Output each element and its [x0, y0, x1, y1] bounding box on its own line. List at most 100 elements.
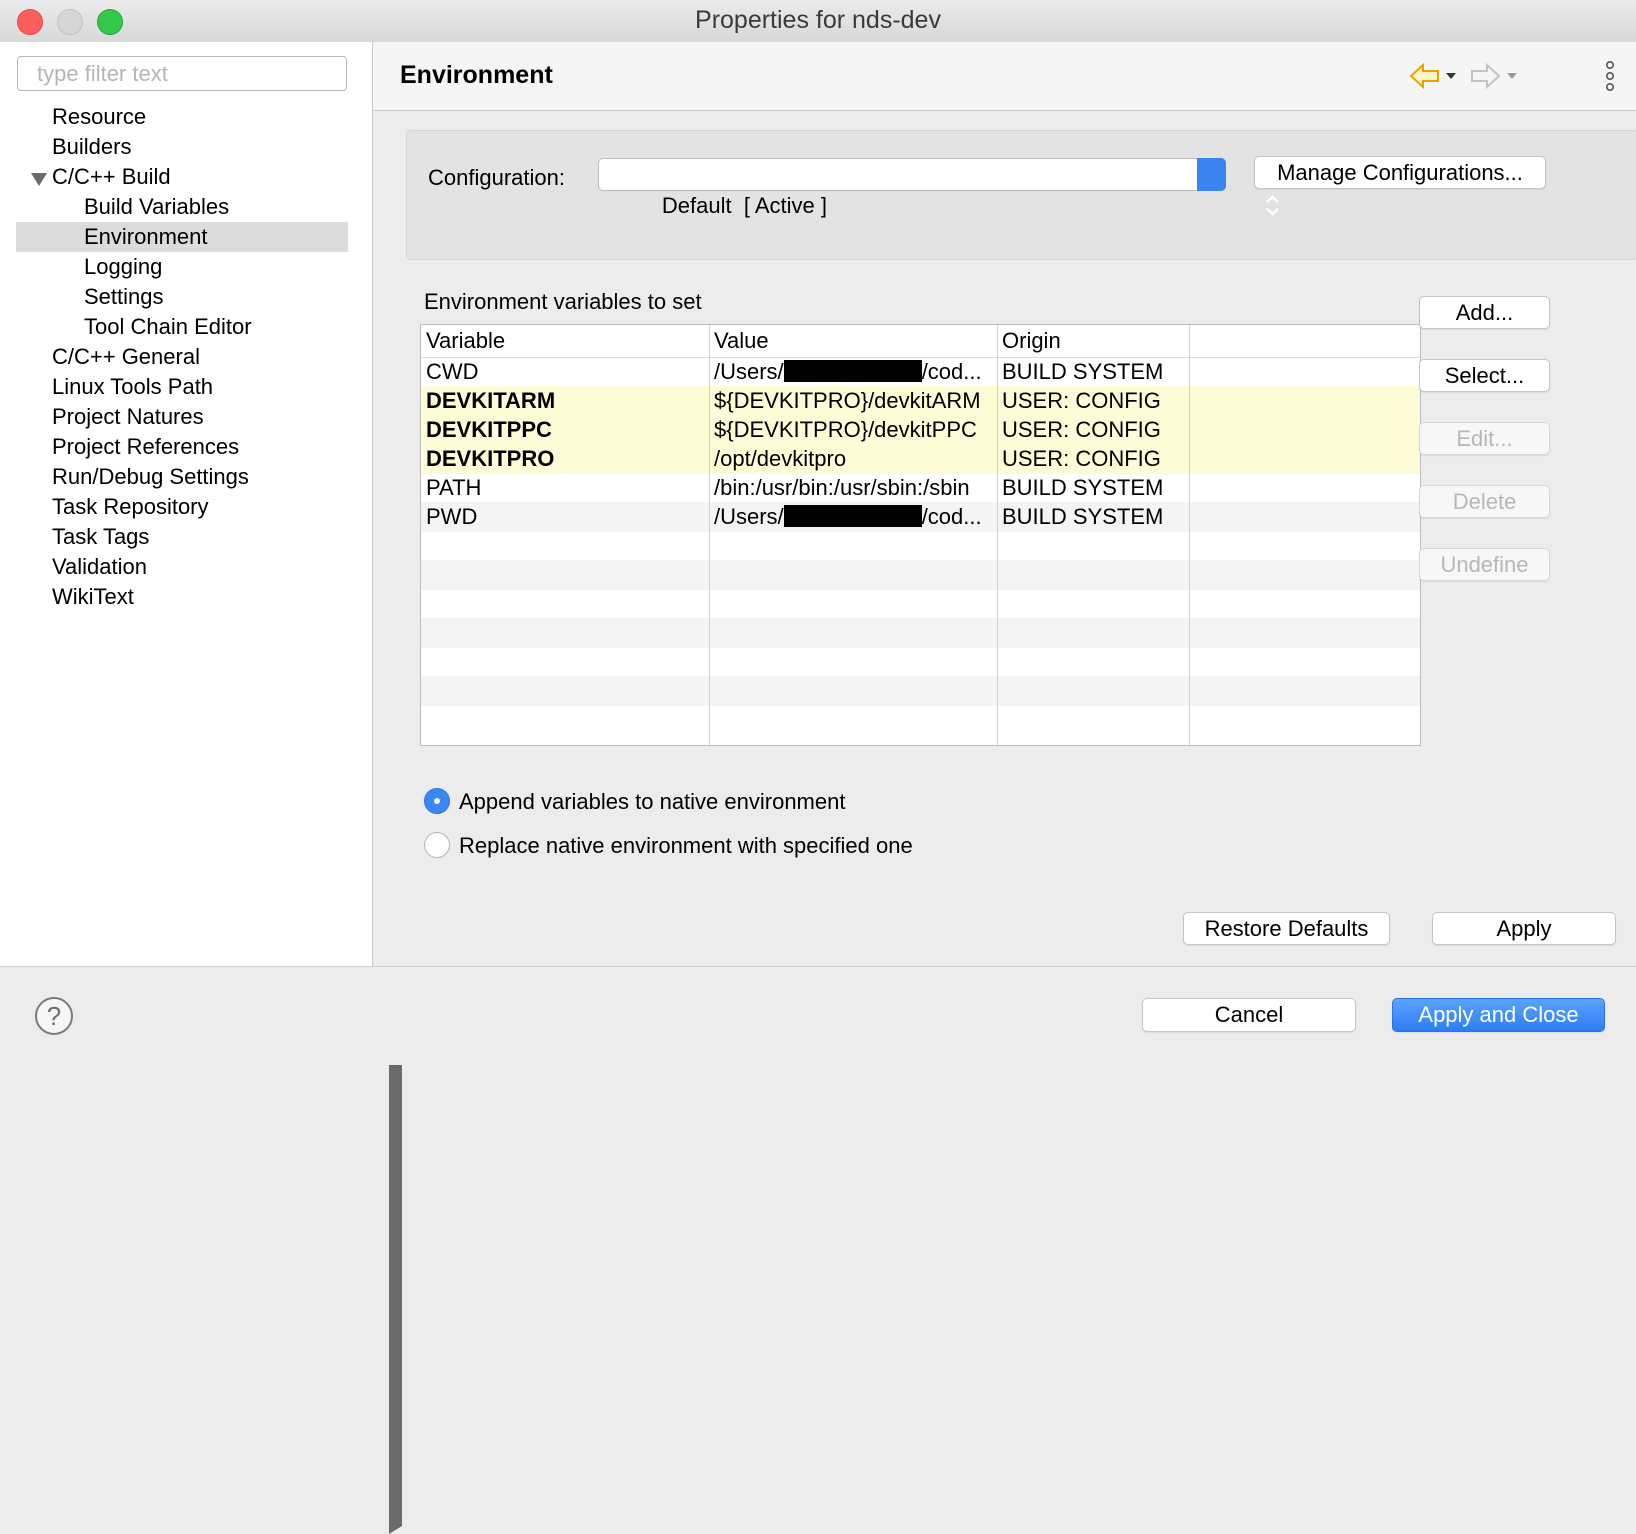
tree-item[interactable]: Build Variables — [16, 192, 348, 222]
cancel-button[interactable]: Cancel — [1142, 998, 1356, 1032]
tree-item[interactable]: WikiText — [16, 582, 348, 612]
empty-table-row — [421, 705, 1420, 735]
tree-item-label: Settings — [84, 284, 164, 309]
configuration-label: Configuration: — [428, 165, 565, 190]
append-radio[interactable] — [424, 788, 450, 814]
tree-item[interactable]: Resource — [16, 102, 1636, 1084]
tree-item-label: Run/Debug Settings — [52, 464, 249, 489]
replace-radio-label[interactable]: Replace native environment with specifie… — [459, 831, 913, 861]
tree-item-label: WikiText — [52, 584, 134, 609]
table-row[interactable]: PATH/bin:/usr/bin:/usr/sbin:/sbin BUILD S… — [421, 473, 1420, 503]
value-cell: ${DEVKITPRO}/devkitARM — [709, 386, 997, 416]
tree-item[interactable]: Task Repository — [16, 492, 1636, 1474]
value-text-suffix: /cod... — [921, 504, 982, 529]
tree-item[interactable]: C/C++ Build — [16, 162, 348, 192]
manage-configurations-button[interactable]: Manage Configurations... — [1254, 156, 1546, 189]
empty-table-row — [421, 560, 1420, 590]
origin-cell: USER: CONFIG — [1002, 446, 1161, 471]
apply-button[interactable]: Apply — [1432, 912, 1616, 945]
chevron-up-down-icon — [1266, 195, 1279, 216]
empty-table-row — [421, 589, 1420, 619]
origin-cell: USER: CONFIG — [1002, 388, 1161, 413]
value-text: ${DEVKITPRO}/devkitPPC — [714, 417, 977, 442]
tree-item-label: Task Repository — [52, 494, 209, 519]
add-button[interactable]: Add... — [1419, 296, 1550, 329]
variable-cell: PATH — [426, 475, 482, 500]
tree-item[interactable]: Validation — [16, 552, 1636, 1534]
sidebar: Resource Builders C/C++ Build Build Variabl… — [0, 42, 1636, 1534]
select-button[interactable]: Select... — [1419, 359, 1550, 392]
undefine-button[interactable]: Undefine — [1419, 548, 1550, 581]
tree-item-label: Project References — [52, 434, 240, 459]
tree-item-label: Tool Chain Editor — [84, 314, 252, 339]
main-panel: Environment Configuration: Default [ Act… — [373, 42, 1636, 966]
tree-item[interactable]: Tool Chain Editor — [16, 312, 348, 342]
tree-item[interactable]: Project References — [16, 432, 348, 462]
tree-item[interactable]: C/C++ General — [16, 342, 1636, 1324]
tree-item[interactable]: Logging — [16, 252, 348, 282]
delete-button[interactable]: Delete — [1419, 485, 1550, 518]
table-row[interactable]: DEVKITPRO/opt/devkitpro USER: CONFIG — [421, 444, 1420, 474]
tree-item[interactable]: Linux Tools Path — [16, 372, 348, 402]
question-mark-icon[interactable]: ? — [35, 997, 73, 1035]
tree-item-label: Task Tags — [52, 524, 150, 549]
tree-item[interactable]: Builders — [16, 132, 348, 162]
tree-item-label: Validation — [52, 554, 147, 579]
window-title: Properties for nds-dev — [695, 6, 941, 34]
column-divider — [1189, 325, 1190, 745]
select-stepper[interactable] — [1197, 158, 1279, 216]
tree-item-label: Project Natures — [52, 404, 204, 429]
table-row[interactable]: DEVKITPPC ${DEVKITPRO}/devkitPPC USER: CON… — [421, 415, 1420, 445]
variable-cell: DEVKITARM — [426, 388, 556, 413]
tree-item-label: Linux Tools Path — [52, 374, 214, 399]
tree-item[interactable]: Environment — [16, 222, 348, 252]
value-cell: /bin:/usr/bin:/usr/sbin:/sbin — [709, 473, 997, 503]
restore-defaults-button[interactable]: Restore Defaults — [1183, 912, 1390, 945]
env-variables-table[interactable]: Variable Value Origin CWD/Users/ /cod... B… — [420, 324, 1421, 746]
tree-item[interactable]: Settings — [16, 282, 348, 312]
vertical-dots-icon[interactable] — [1605, 60, 1615, 92]
tree-item[interactable]: Project Natures — [16, 402, 348, 432]
tree-item-label: C/C++ Build — [52, 164, 171, 189]
column-header-origin[interactable]: Origin — [997, 325, 1189, 357]
preference-tree: Resource Builders C/C++ Build Build Variabl… — [16, 102, 1636, 1534]
redacted-block — [783, 505, 922, 527]
origin-cell: BUILD SYSTEM — [1002, 359, 1164, 384]
configuration-selected-value: Default [ Active ] — [661, 193, 827, 218]
tree-item[interactable]: Task Tags — [16, 522, 348, 552]
empty-table-row — [421, 618, 1420, 648]
column-header-value[interactable]: Value — [709, 325, 997, 357]
back-arrow-icon[interactable] — [1408, 62, 1458, 90]
column-divider — [997, 325, 998, 745]
forward-arrow-icon[interactable] — [1469, 62, 1519, 90]
properties-window: Properties for nds-dev Resource Builders C… — [0, 0, 1636, 1534]
env-section-label: Environment variables to set — [424, 289, 702, 314]
filter-input[interactable] — [17, 56, 347, 91]
configuration-select[interactable]: Default [ Active ] — [598, 158, 1279, 218]
empty-table-row — [421, 647, 1420, 677]
tree-item-label: Environment — [84, 224, 208, 249]
column-header-variable[interactable]: Variable — [421, 325, 709, 357]
title-bar: Properties for nds-dev — [0, 0, 1636, 43]
value-text: ${DEVKITPRO}/devkitARM — [714, 388, 981, 413]
value-text: /bin:/usr/bin:/usr/sbin:/sbin — [714, 475, 970, 500]
value-text: /opt/devkitpro — [714, 446, 847, 471]
page-header: Environment — [373, 42, 1636, 111]
variable-cell: CWD — [426, 359, 479, 384]
edit-button[interactable]: Edit... — [1419, 422, 1550, 455]
configuration-group: Configuration: Default [ Active ] Manage… — [406, 130, 1636, 260]
apply-and-close-button[interactable]: Apply and Close — [1392, 998, 1605, 1032]
variable-cell: DEVKITPRO — [426, 446, 555, 471]
append-radio-label[interactable]: Append variables to native environment — [459, 787, 845, 817]
tree-item[interactable]: Run/Debug Settings — [16, 462, 348, 492]
table-row[interactable]: DEVKITARM ${DEVKITPRO}/devkitARM USER: CON… — [421, 386, 1420, 416]
value-text-suffix: /cod... — [921, 359, 982, 384]
value-text: /Users/ — [714, 359, 784, 384]
table-row[interactable]: CWD/Users/ /cod... BUILD SYSTEM — [421, 357, 1420, 387]
table-row[interactable]: PWD/Users/ /cod... BUILD SYSTEM — [421, 502, 1420, 532]
origin-cell: BUILD SYSTEM — [1002, 504, 1164, 529]
tree-item-label: Builders — [52, 134, 132, 159]
replace-radio[interactable] — [424, 832, 450, 858]
variable-cell: PWD — [426, 504, 478, 529]
disclosure-down-icon[interactable] — [31, 173, 47, 186]
